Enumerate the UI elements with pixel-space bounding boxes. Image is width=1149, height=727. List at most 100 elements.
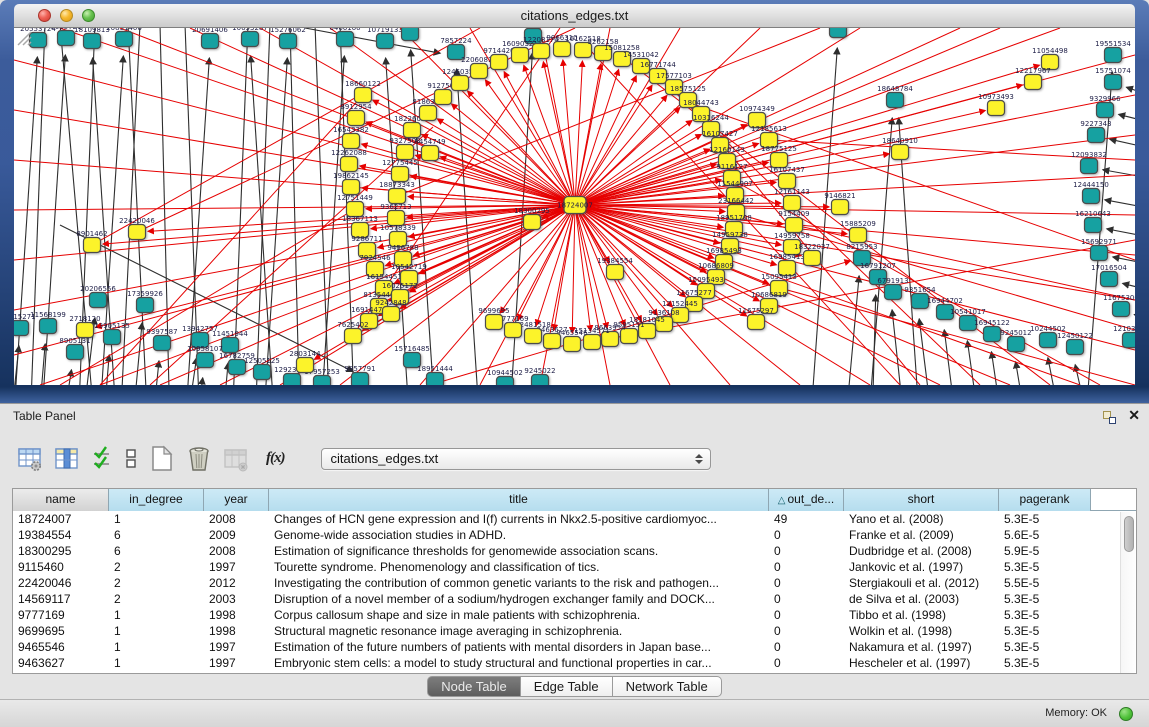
- network-node[interactable]: [402, 28, 419, 41]
- table-cell[interactable]: Structural magnetic resonance image aver…: [269, 623, 769, 639]
- network-node[interactable]: [554, 42, 571, 57]
- network-node[interactable]: [104, 330, 121, 345]
- table-cell[interactable]: Estimation of significance thresholds fo…: [269, 543, 769, 559]
- table-cell[interactable]: 1: [109, 623, 204, 639]
- table-cell[interactable]: 0: [769, 527, 844, 543]
- network-node[interactable]: [804, 251, 821, 266]
- network-node[interactable]: [435, 90, 452, 105]
- table-cell[interactable]: 2: [109, 591, 204, 607]
- network-node[interactable]: [512, 48, 529, 63]
- table-cell[interactable]: 2: [109, 575, 204, 591]
- network-node[interactable]: [471, 64, 488, 79]
- table-selector-dropdown[interactable]: citations_edges.txt: [321, 448, 711, 470]
- network-node[interactable]: [491, 55, 508, 70]
- trash-icon[interactable]: [186, 445, 212, 473]
- table-cell[interactable]: Genome-wide association studies in ADHD.: [269, 527, 769, 543]
- table-cell[interactable]: Tibbo et al. (1998): [844, 607, 999, 623]
- table-cell[interactable]: 19384554: [13, 527, 109, 543]
- table-cell[interactable]: 0: [769, 607, 844, 623]
- close-button[interactable]: [38, 9, 51, 22]
- network-node[interactable]: [1091, 246, 1108, 261]
- network-node[interactable]: [84, 238, 101, 253]
- network-node[interactable]: [58, 31, 75, 46]
- table-row[interactable]: 1938455462009Genome-wide association stu…: [13, 527, 1136, 543]
- table-vertical-scrollbar[interactable]: [1120, 512, 1136, 673]
- table-row[interactable]: 969969511998Structural magnetic resonanc…: [13, 623, 1136, 639]
- network-node[interactable]: [348, 111, 365, 126]
- network-node[interactable]: [784, 196, 801, 211]
- network-node[interactable]: [377, 34, 394, 49]
- table-cell[interactable]: Investigating the contribution of common…: [269, 575, 769, 591]
- citation-network-graph[interactable]: 2055372490557211810981320891406206914061…: [14, 28, 1135, 385]
- network-node[interactable]: [1083, 189, 1100, 204]
- network-node[interactable]: [988, 101, 1005, 116]
- table-cell[interactable]: 9463627: [13, 655, 109, 671]
- table-cell[interactable]: Changes of HCN gene expression and I(f) …: [269, 511, 769, 527]
- network-node[interactable]: [486, 315, 503, 330]
- function-builder-icon[interactable]: f(x): [266, 450, 285, 467]
- table-cell[interactable]: 5.3E-5: [999, 623, 1091, 639]
- network-node[interactable]: [67, 345, 84, 360]
- table-cell[interactable]: 0: [769, 559, 844, 575]
- table-cell[interactable]: Hescheler et al. (1997): [844, 655, 999, 671]
- table-cell[interactable]: 0: [769, 543, 844, 559]
- tab-node-table[interactable]: Node Table: [427, 676, 521, 697]
- network-node[interactable]: [297, 358, 314, 373]
- table-cell[interactable]: Embryonic stem cells: a model to study s…: [269, 655, 769, 671]
- table-cell[interactable]: 49: [769, 511, 844, 527]
- table-row[interactable]: 1872400712008Changes of HCN gene express…: [13, 511, 1136, 527]
- table-cell[interactable]: 0: [769, 639, 844, 655]
- table-cell[interactable]: 22420046: [13, 575, 109, 591]
- network-node[interactable]: [343, 134, 360, 149]
- network-node[interactable]: [280, 34, 297, 49]
- table-row[interactable]: 946362711997Embryonic stem cells: a mode…: [13, 655, 1136, 671]
- network-node[interactable]: [77, 323, 94, 338]
- network-canvas[interactable]: 2055372490557211810981320891406206914061…: [14, 28, 1135, 385]
- table-cell[interactable]: 14569117: [13, 591, 109, 607]
- network-node[interactable]: [497, 377, 514, 386]
- table-cell[interactable]: Tourette syndrome. Phenomenology and cla…: [269, 559, 769, 575]
- network-node[interactable]: [1008, 337, 1025, 352]
- network-node[interactable]: [885, 285, 902, 300]
- network-node[interactable]: [830, 28, 847, 38]
- network-node[interactable]: [525, 329, 542, 344]
- new-document-icon[interactable]: [149, 445, 175, 473]
- network-node[interactable]: [116, 32, 133, 47]
- network-node[interactable]: [341, 157, 358, 172]
- network-node[interactable]: [242, 32, 259, 47]
- network-node[interactable]: [1105, 48, 1122, 63]
- table-cell[interactable]: 2012: [204, 575, 269, 591]
- row-height-icon[interactable]: [124, 446, 138, 472]
- table-cell[interactable]: de Silva et al. (2003): [844, 591, 999, 607]
- network-node[interactable]: [544, 334, 561, 349]
- network-node[interactable]: [314, 376, 331, 386]
- table-cell[interactable]: 5.3E-5: [999, 655, 1091, 671]
- table-cell[interactable]: 1: [109, 607, 204, 623]
- network-node[interactable]: [1123, 333, 1136, 348]
- table-cell[interactable]: Dudbridge et al. (2008): [844, 543, 999, 559]
- zoom-button[interactable]: [82, 9, 95, 22]
- network-node[interactable]: [505, 323, 522, 338]
- network-node[interactable]: [1067, 340, 1084, 355]
- table-cell[interactable]: 2008: [204, 543, 269, 559]
- network-node[interactable]: [392, 167, 409, 182]
- network-node[interactable]: [40, 319, 57, 334]
- table-cell[interactable]: 1: [109, 655, 204, 671]
- table-cell[interactable]: 1997: [204, 655, 269, 671]
- network-node[interactable]: [355, 88, 372, 103]
- table-cell[interactable]: Jankovic et al. (1997): [844, 559, 999, 575]
- network-node[interactable]: [197, 353, 214, 368]
- network-node[interactable]: [850, 228, 867, 243]
- table-cell[interactable]: 1: [109, 511, 204, 527]
- network-node[interactable]: [137, 298, 154, 313]
- table-cell[interactable]: 2008: [204, 511, 269, 527]
- network-node[interactable]: [1040, 333, 1057, 348]
- tab-edge-table[interactable]: Edge Table: [521, 676, 613, 697]
- network-node[interactable]: [284, 374, 301, 386]
- table-row[interactable]: 1456911722003Disruption of a novel membe…: [13, 591, 1136, 607]
- network-node[interactable]: [337, 32, 354, 47]
- network-node[interactable]: [389, 189, 406, 204]
- column-header-title[interactable]: title: [269, 489, 769, 511]
- network-node[interactable]: [832, 200, 849, 215]
- scrollbar-thumb[interactable]: [1124, 516, 1134, 552]
